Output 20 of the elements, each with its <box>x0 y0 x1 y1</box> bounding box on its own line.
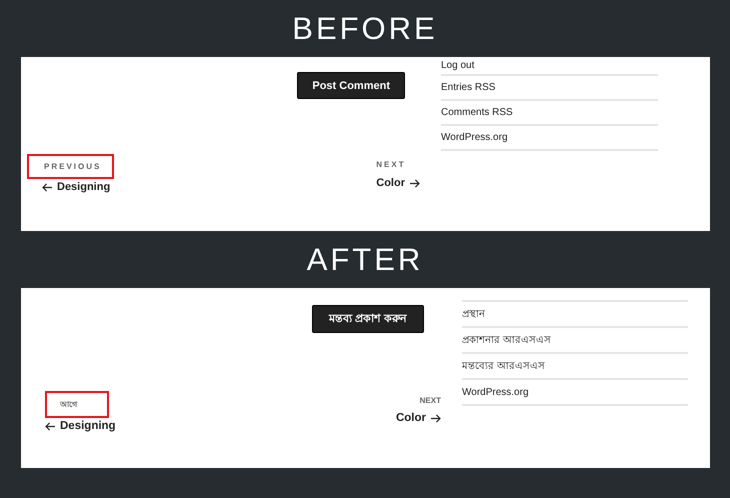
nav-label: NEXT <box>420 395 441 407</box>
section-heading: AFTER <box>306 241 424 279</box>
sidebar-link[interactable]: WordPress.org <box>441 132 508 143</box>
previous-link[interactable]: Designing <box>45 420 116 432</box>
sidebar-link[interactable]: প্রস্থান <box>462 306 485 322</box>
submit-button[interactable]: Post Comment <box>297 72 405 99</box>
previous-link[interactable]: Designing <box>42 181 110 193</box>
nav-label: PREVIOUS <box>27 154 114 179</box>
next-link[interactable]: Color <box>376 177 420 189</box>
submit-button[interactable]: মন্তব্য প্রকাশ করুন <box>312 305 424 333</box>
nav-label: আগে <box>45 391 109 418</box>
nav-label: NEXT <box>376 159 406 171</box>
section-heading: BEFORE <box>292 10 438 48</box>
sidebar-link[interactable]: মন্তব্যের আরএসএস <box>462 358 545 374</box>
next-link[interactable]: Color <box>396 412 441 424</box>
sidebar-link[interactable]: WordPress.org <box>462 386 529 398</box>
sidebar-link[interactable]: Entries RSS <box>441 82 496 93</box>
sidebar-link[interactable]: Log out <box>441 60 474 71</box>
sidebar-link[interactable]: প্রকাশনার আরএসএস <box>462 332 551 348</box>
sidebar-link[interactable]: Comments RSS <box>441 107 513 118</box>
